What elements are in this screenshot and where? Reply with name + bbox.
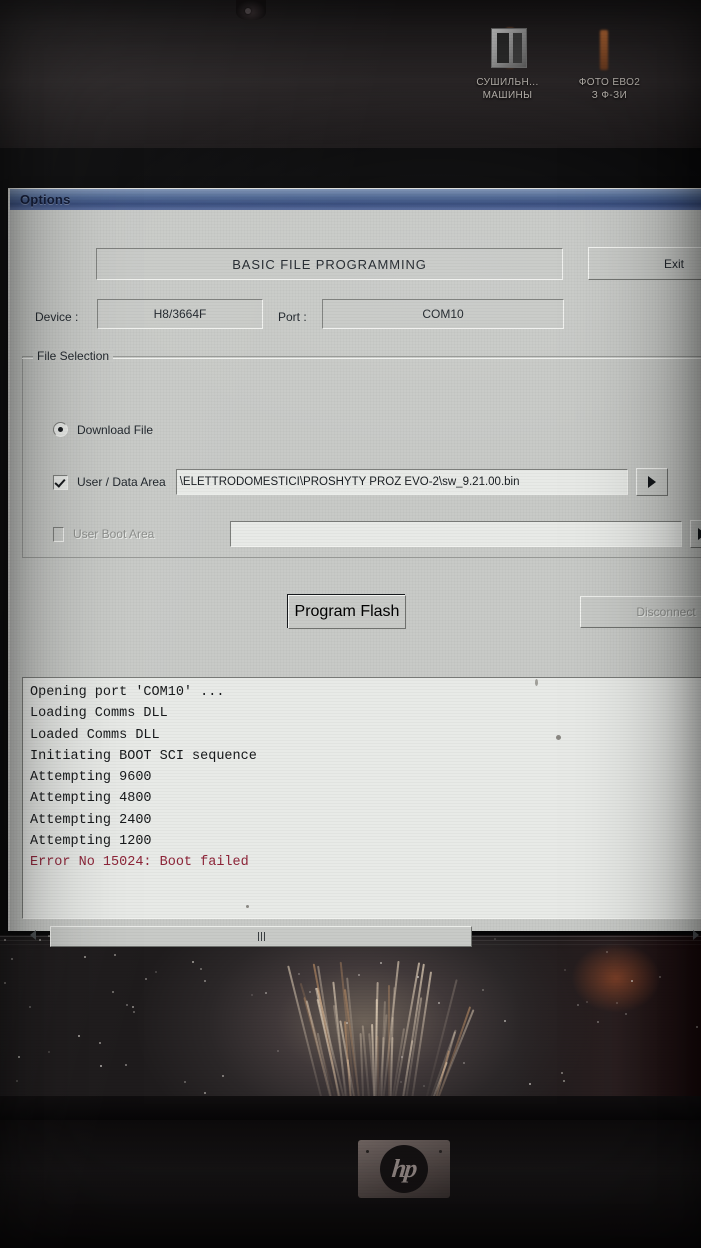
radio-selected-icon[interactable] (53, 422, 68, 437)
user-boot-area-label: User Boot Area (73, 527, 154, 541)
log-line: Error No 15024: Boot failed (30, 852, 678, 873)
log-output-panel: Opening port 'COM10' ... Loading Comms DL… (22, 677, 701, 919)
photo-of-laptop-screen: СУШИЛЬН... МАШИНЫ ФОТО ЕВО2 З Ф-ЗИ hp Op… (0, 0, 701, 1248)
download-file-label: Download File (77, 423, 153, 437)
desktop-icon-label-line1: ФОТО ЕВО2 (562, 76, 657, 89)
port-label: Port : (278, 310, 307, 324)
user-boot-area-path-input[interactable] (230, 521, 682, 547)
desktop-icon-label-line2: З Ф-ЗИ (562, 89, 657, 102)
user-data-area-label: User / Data Area (77, 475, 166, 489)
desktop-icons: СУШИЛЬН... МАШИНЫ ФОТО ЕВО2 З Ф-ЗИ (458, 10, 701, 135)
port-field[interactable]: COM10 (322, 299, 564, 329)
user-data-area-row: User / Data Area \ELETTRODOMESTICI\PROSH… (53, 468, 701, 496)
options-window: Options BASIC FILE PROGRAMMING Exit Devi… (8, 188, 701, 931)
laptop-bottom-bezel (0, 1120, 701, 1248)
browse-arrow-icon[interactable] (636, 468, 668, 496)
window-titlebar[interactable]: Options (10, 189, 701, 210)
folder-icon (485, 24, 531, 70)
file-selection-group: File Selection Download File User / Data… (22, 356, 701, 558)
port-value: COM10 (323, 300, 563, 328)
device-label: Device : (35, 310, 78, 324)
window-title: Options (20, 192, 71, 207)
desktop-icon-sushilnye-mashiny[interactable]: СУШИЛЬН... МАШИНЫ (460, 24, 555, 102)
user-boot-area-checkbox[interactable] (53, 527, 64, 542)
hp-logo-plate: hp (358, 1140, 450, 1198)
webcam-lens-icon (245, 8, 251, 14)
disconnect-button: Disconnect (580, 596, 701, 628)
log-line: Opening port 'COM10' ... (30, 682, 678, 703)
log-output-text: Opening port 'COM10' ... Loading Comms DL… (26, 681, 678, 897)
hp-logo-icon: hp (380, 1145, 428, 1193)
window-client-area: BASIC FILE PROGRAMMING Exit Device : H8/… (10, 210, 701, 931)
exit-button[interactable]: Exit (588, 247, 701, 280)
exit-button-label: Exit (664, 257, 684, 271)
user-data-area-path-input[interactable]: \ELETTRODOMESTICI\PROSHYTY PROZ EVO-2\sw… (176, 469, 628, 495)
program-flash-button[interactable]: Program Flash (287, 594, 405, 628)
log-line: Loading Comms DLL (30, 703, 678, 724)
log-line: Attempting 2400 (30, 810, 678, 831)
folder-icon (587, 24, 633, 70)
log-line: Attempting 4800 (30, 788, 678, 809)
scroll-left-arrow-icon[interactable] (24, 925, 41, 945)
user-data-area-checkbox[interactable] (53, 475, 68, 490)
log-line: Loaded Comms DLL (30, 725, 678, 746)
webcam-icon (236, 0, 266, 20)
user-data-area-path-value: \ELETTRODOMESTICI\PROSHYTY PROZ EVO-2\sw… (180, 476, 520, 488)
log-line: Initiating BOOT SCI sequence (30, 746, 678, 767)
log-line: Attempting 9600 (30, 767, 678, 788)
horizontal-scrollbar-thumb[interactable] (50, 926, 472, 947)
desktop-icon-label-line2: МАШИНЫ (460, 89, 555, 102)
log-line: Attempting 1200 (30, 831, 678, 852)
download-file-radio-row[interactable]: Download File (53, 422, 153, 437)
device-value: H8/3664F (98, 300, 262, 328)
desktop-icon-foto-evo2[interactable]: ФОТО ЕВО2 З Ф-ЗИ (562, 24, 657, 102)
scroll-right-arrow-icon[interactable] (687, 925, 701, 945)
program-flash-label: Program Flash (295, 603, 400, 621)
log-horizontal-scrollbar[interactable] (22, 925, 701, 947)
browse-arrow-icon[interactable] (690, 520, 701, 548)
device-field[interactable]: H8/3664F (97, 299, 263, 329)
mode-title-box: BASIC FILE PROGRAMMING (96, 248, 563, 280)
disconnect-label: Disconnect (636, 605, 695, 619)
file-selection-legend: File Selection (33, 349, 113, 363)
hp-logo-text: hp (391, 1154, 418, 1184)
desktop-icon-label-line1: СУШИЛЬН... (460, 76, 555, 89)
user-boot-area-row: User Boot Area (53, 520, 701, 548)
mode-title-text: BASIC FILE PROGRAMMING (232, 257, 427, 272)
